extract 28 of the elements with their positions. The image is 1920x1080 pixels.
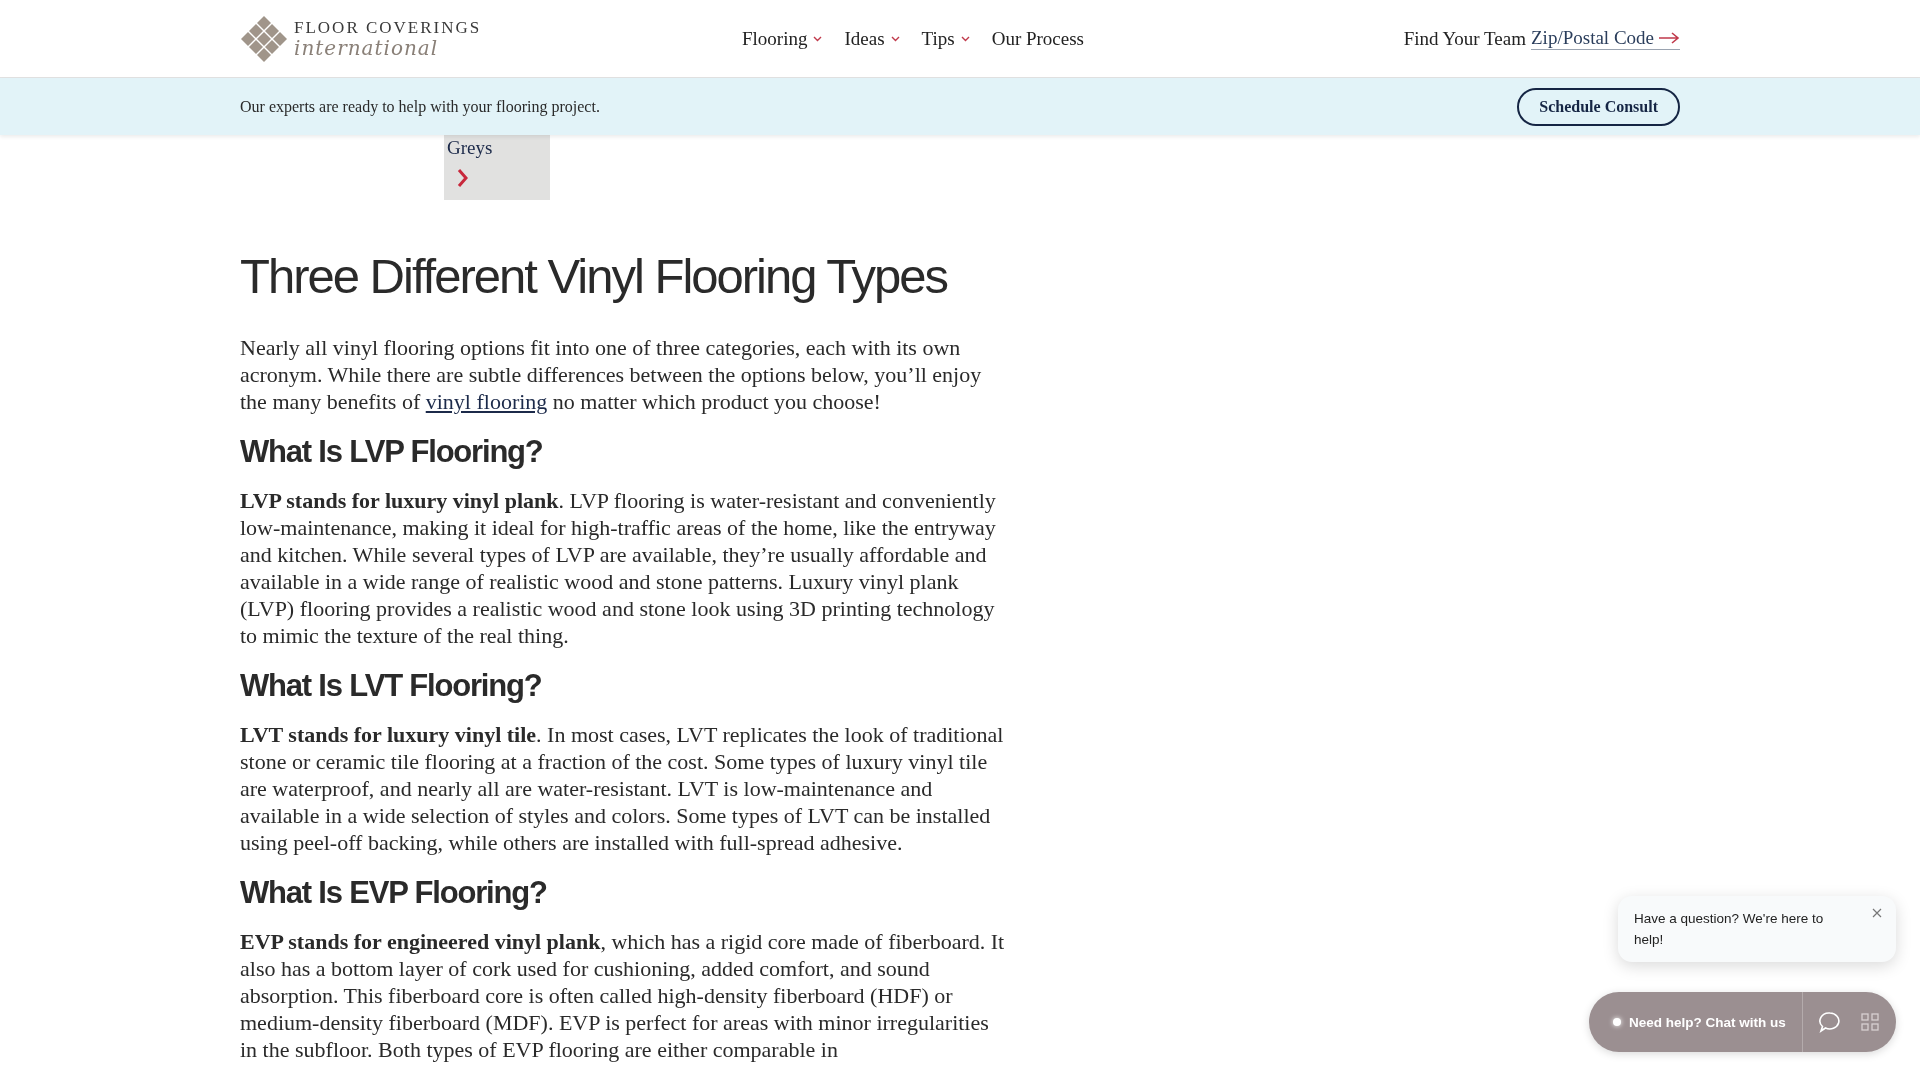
schedule-consult-button[interactable]: Schedule Consult: [1517, 87, 1680, 126]
arrow-right-icon: [1658, 32, 1680, 44]
chevron-right-icon: [456, 167, 470, 189]
chat-bubble-icon[interactable]: [1818, 1011, 1841, 1033]
status-dot-icon: [1613, 1018, 1621, 1026]
section-heading: What Is LVT Flooring?: [240, 669, 543, 704]
find-team-label: Find Your Team: [1403, 27, 1526, 50]
intro-paragraph: Nearly all vinyl flooring options fit into one of three categories, each with its own acronym. While there are subtle differences between the options below, you’ll enjoy the many benefits of vinyl flooring no matter which product you choose!: [240, 333, 983, 415]
nav-link[interactable]: Tips: [921, 27, 970, 50]
grid-icon[interactable]: [1860, 1013, 1879, 1031]
brand-tagline: international: [294, 38, 440, 58]
brand-name: FLOOR COVERINGS: [294, 19, 482, 36]
zip-code-link[interactable]: Zip/Postal Code: [1531, 27, 1680, 50]
nav-link[interactable]: Ideas: [844, 27, 900, 50]
article-title: Three Different Vinyl Flooring Types: [240, 250, 949, 304]
section-paragraph: LVT stands for luxury vinyl tile. In most cases, LVT replicates the look of traditional stone or ceramic tile flooring at a fraction of the cost. Some types of luxury vinyl tile are waterproof, and nearly all are water-resistant. LVT is low-maintenance and available in a wide selection of styles and colors. Some types of LVT can be installed using peel-off backing, while others are installed with full-spread adhesive.: [240, 721, 1005, 857]
banner-message: Our experts are ready to help with your flooring project.: [240, 97, 600, 116]
nav-link[interactable]: Flooring: [742, 27, 823, 50]
section-paragraph: LVP stands for luxury vinyl plank. LVP flooring is water-resistant and conveniently low-maintenance, making it ideal for high-traffic areas of the home, like the entryway and kitchen. While several types of LVP are available, they’re usually affordable and available in a wide range of realistic wood and stone patterns. Luxury vinyl plank (LVP) flooring provides a realistic wood and stone look using 3D printing technology to mimic the texture of the real thing.: [240, 487, 997, 649]
chat-prompt-text: Have a question? We're here to help!: [1634, 911, 1824, 947]
section-paragraph: EVP stands for engineered vinyl plank, which has a rigid core made of fiberboard. It also has a bottom layer of cork used for cushioning, added comfort, and sound absorption. This fiberboard core is often called high-density fiberboard (HDF) or medium-density fiberboard (MDF). EVP is perfect for areas with minor irregularities in the subfloor. Both types of EVP flooring are either comparable in: [240, 928, 1006, 1064]
nav-link[interactable]: Our Process: [991, 27, 1085, 50]
vinyl-flooring-link[interactable]: vinyl flooring: [425, 388, 548, 414]
tile-label: Greys: [447, 137, 494, 159]
section-heading: What Is EVP Flooring?: [240, 876, 548, 911]
section-heading: What Is LVP Flooring?: [240, 434, 544, 469]
close-icon[interactable]: [1872, 908, 1882, 918]
diamond-logo-icon: [240, 14, 288, 63]
